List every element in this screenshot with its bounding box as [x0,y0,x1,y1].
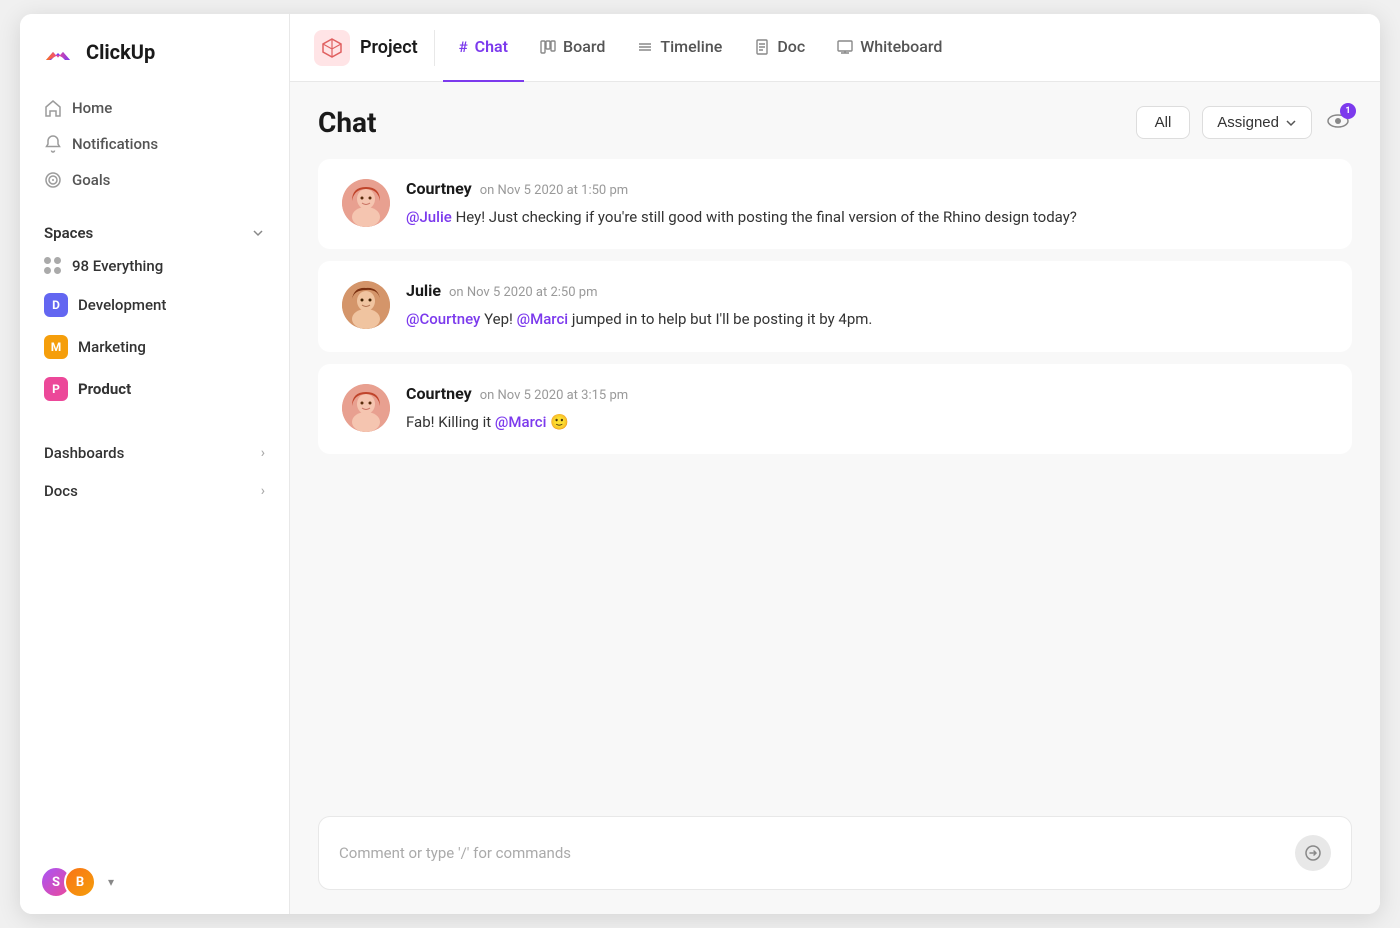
timeline-icon [637,39,653,55]
sidebar-item-docs[interactable]: Docs › [32,472,277,510]
sidebar-item-everything[interactable]: 98 Everything [32,248,277,284]
sidebar-item-goals[interactable]: Goals [32,162,277,198]
chat-title: Chat [318,106,376,139]
everything-icon [44,257,62,275]
message-3-time: on Nov 5 2020 at 3:15 pm [480,388,628,403]
project-icon-box [314,30,350,66]
development-badge: D [44,293,68,317]
message-3-author: Courtney [406,384,472,403]
filter-assigned-button[interactable]: Assigned [1202,106,1312,139]
message-2-author: Julie [406,281,441,300]
sidebar: ClickUp Home Notifications [20,14,290,914]
logo-area: ClickUp [20,14,289,86]
project-label: Project [360,37,418,58]
message-1-time: on Nov 5 2020 at 1:50 pm [480,183,628,198]
avatar-courtney-1 [342,179,390,227]
sidebar-item-dashboards[interactable]: Dashboards › [32,434,277,472]
chat-header: Chat All Assigned 1 [318,106,1352,139]
marketing-badge: M [44,335,68,359]
main-content: Project # Chat Board [290,14,1380,914]
sidebar-bottom-section: Dashboards › Docs › [20,426,289,518]
message-3-content: Courtney on Nov 5 2020 at 3:15 pm Fab! K… [406,384,1328,434]
sidebar-footer: S B ▾ [20,850,289,914]
sidebar-item-home[interactable]: Home [32,90,277,126]
assigned-chevron-icon [1285,117,1297,129]
sidebar-item-marketing[interactable]: M Marketing [32,326,277,368]
message-1-body: @Julie Hey! Just checking if you're stil… [406,206,1328,229]
message-2-mention2: @Marci [517,310,568,328]
avatar-julie-face [342,281,390,329]
doc-icon [754,39,770,55]
message-1: Courtney on Nov 5 2020 at 1:50 pm @Julie… [318,159,1352,249]
message-2: Julie on Nov 5 2020 at 2:50 pm @Courtney… [318,261,1352,351]
project-cube-icon [321,37,343,59]
docs-arrow-icon: › [261,483,265,499]
message-2-content: Julie on Nov 5 2020 at 2:50 pm @Courtney… [406,281,1328,331]
whiteboard-icon [837,39,853,55]
chat-hash-icon: # [459,38,468,56]
message-3: Courtney on Nov 5 2020 at 3:15 pm Fab! K… [318,364,1352,454]
comment-placeholder[interactable]: Comment or type '/' for commands [339,844,571,862]
avatar-julie [342,281,390,329]
avatar-courtney-face-2 [342,384,390,432]
message-3-header: Courtney on Nov 5 2020 at 3:15 pm [406,384,1328,403]
sidebar-item-development[interactable]: D Development [32,284,277,326]
project-tab[interactable]: Project [310,30,435,66]
avatar-courtney-2 [342,384,390,432]
watch-badge: 1 [1340,103,1356,119]
messages-container: Courtney on Nov 5 2020 at 1:50 pm @Julie… [318,159,1352,800]
tab-timeline[interactable]: Timeline [621,14,738,82]
bell-icon [44,135,62,153]
avatar-courtney-face [342,179,390,227]
tab-doc[interactable]: Doc [738,14,821,82]
spaces-chevron-icon [251,226,265,240]
comment-input-box: Comment or type '/' for commands [318,816,1352,890]
spaces-section: Spaces 98 Everything D Development [20,202,289,414]
board-icon [540,39,556,55]
message-1-header: Courtney on Nov 5 2020 at 1:50 pm [406,179,1328,198]
chat-header-right: All Assigned 1 [1136,106,1352,139]
message-1-content: Courtney on Nov 5 2020 at 1:50 pm @Julie… [406,179,1328,229]
home-icon [44,99,62,117]
sidebar-nav: Home Notifications Goals [20,86,289,202]
dashboards-arrow-icon: › [261,445,265,461]
filter-all-button[interactable]: All [1136,106,1191,139]
send-icon [1304,844,1322,862]
chat-area: Chat All Assigned 1 [290,82,1380,914]
avatar-user-b[interactable]: B [64,866,96,898]
comment-send-button[interactable] [1295,835,1331,871]
watch-icon-container[interactable]: 1 [1324,107,1352,139]
avatar-stack: S B [40,866,96,898]
clickup-logo-icon [40,34,76,70]
message-1-author: Courtney [406,179,472,198]
message-2-body: @Courtney Yep! @Marci jumped in to help … [406,308,1328,331]
message-2-mention1: @Courtney [406,310,480,328]
message-3-body: Fab! Killing it @Marci 🙂 [406,411,1328,434]
message-2-time: on Nov 5 2020 at 2:50 pm [449,285,597,300]
spaces-header[interactable]: Spaces [32,218,277,248]
footer-chevron-icon: ▾ [108,875,114,889]
message-1-mention: @Julie [406,208,452,226]
message-2-header: Julie on Nov 5 2020 at 2:50 pm [406,281,1328,300]
tab-board[interactable]: Board [524,14,621,82]
tab-chat[interactable]: # Chat [443,14,524,82]
spaces-label: Spaces [44,224,93,242]
product-badge: P [44,377,68,401]
top-nav: Project # Chat Board [290,14,1380,82]
goals-icon [44,171,62,189]
message-3-mention: @Marci [495,413,546,431]
sidebar-item-product[interactable]: P Product [32,368,277,410]
logo-text: ClickUp [86,40,155,64]
sidebar-item-notifications[interactable]: Notifications [32,126,277,162]
tab-whiteboard[interactable]: Whiteboard [821,14,958,82]
